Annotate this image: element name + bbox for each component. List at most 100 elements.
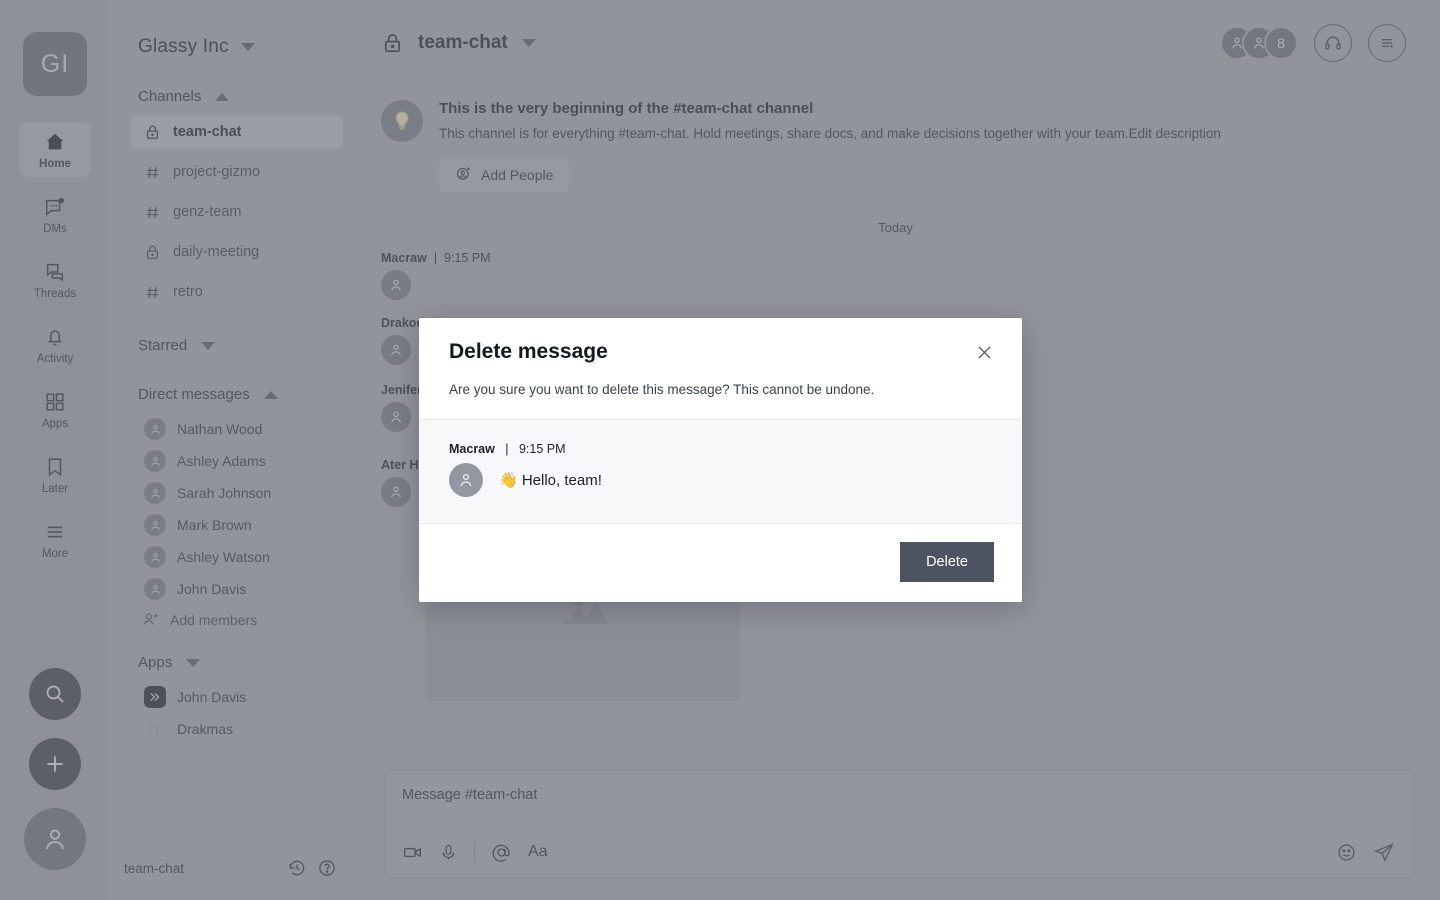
profile-avatar-button[interactable] (24, 808, 86, 870)
channel-item-team-chat[interactable]: team-chat (130, 115, 343, 149)
add-people-button[interactable]: Add People (439, 157, 570, 192)
workspace-logo[interactable]: GI (23, 32, 87, 96)
close-button[interactable] (972, 340, 996, 364)
microphone-icon[interactable] (439, 843, 458, 862)
rail-item-later[interactable]: Later (19, 447, 91, 502)
preview-author: Macraw (449, 442, 495, 456)
dm-item-sarah-johnson[interactable]: Sarah Johnson (110, 477, 355, 509)
modal-header: Delete message Are you sure you want to … (419, 318, 1022, 419)
dm-name: John Davis (177, 581, 247, 597)
message-time: 9:15 PM (444, 251, 491, 265)
rail-label-later: Later (41, 483, 69, 495)
app-name: John Davis (177, 689, 247, 705)
message-author: Macraw (381, 251, 427, 265)
channel-name: daily-meeting (173, 244, 260, 260)
member-count-badge: 8 (1264, 26, 1298, 60)
hash-icon (144, 204, 161, 221)
channel-menu-chevron-icon[interactable] (521, 39, 536, 47)
delete-button[interactable]: Delete (900, 542, 994, 582)
preview-separator: | (498, 442, 516, 456)
avatar (449, 463, 483, 497)
hash-icon (144, 284, 161, 301)
send-icon[interactable] (1373, 841, 1395, 863)
section-header-starred[interactable]: Starred (110, 337, 355, 354)
dm-item-ashley-adams[interactable]: Ashley Adams (110, 445, 355, 477)
rail-item-dms[interactable]: DMs (19, 187, 91, 242)
channel-item-project-gizmo[interactable]: project-gizmo (130, 155, 343, 189)
channel-item-genz-team[interactable]: genz-team (130, 195, 343, 229)
message-preview: Macraw | 9:15 PM 👋 Hello, team! (419, 419, 1022, 524)
chevron-down-icon (240, 43, 255, 51)
dm-item-ashley-watson[interactable]: Ashley Watson (110, 541, 355, 573)
text-format-icon[interactable]: Aa (528, 843, 548, 861)
message-input[interactable]: Message #team-chat (402, 787, 1395, 803)
rail-item-activity[interactable]: Activity (19, 317, 91, 372)
search-button[interactable] (29, 668, 81, 720)
rail-label-apps: Apps (41, 418, 69, 430)
member-facepile[interactable]: 8 (1220, 26, 1298, 60)
section-title-direct-messages: Direct messages (138, 386, 250, 403)
avatar (381, 335, 411, 365)
section-title-channels: Channels (138, 88, 202, 105)
preview-text: 👋 Hello, team! (499, 472, 602, 489)
user-avatar-icon (40, 824, 70, 854)
video-icon[interactable] (402, 842, 423, 863)
section-header-channels[interactable]: Channels (110, 88, 355, 105)
channel-name: retro (173, 284, 203, 300)
home-icon (44, 131, 66, 153)
bookmark-icon (44, 456, 66, 478)
composer-right-tools (1336, 841, 1395, 863)
app-item-john-davis[interactable]: John Davis (110, 681, 355, 713)
chevrons-app-icon (144, 686, 166, 708)
dm-item-mark-brown[interactable]: Mark Brown (110, 509, 355, 541)
sidebar-footer: team-chat (110, 858, 355, 878)
headphones-icon (1323, 33, 1343, 53)
channel-item-daily-meeting[interactable]: daily-meeting (130, 235, 343, 269)
help-question-icon[interactable] (317, 858, 337, 878)
more-hamburger-icon (44, 521, 66, 543)
emoji-icon[interactable] (1336, 842, 1357, 863)
rail-label-dms: DMs (43, 223, 67, 235)
message-item: Macraw | 9:15 PM (381, 251, 1410, 300)
rail-label-activity: Activity (36, 353, 74, 365)
history-clock-icon[interactable] (287, 858, 307, 878)
lock-icon (144, 124, 161, 141)
rail-item-home[interactable]: Home (19, 122, 91, 177)
avatar (144, 418, 166, 440)
mention-at-icon[interactable] (491, 842, 512, 863)
rail-label-threads: Threads (33, 288, 77, 300)
rail-item-threads[interactable]: Threads (19, 252, 91, 307)
channel-item-retro[interactable]: retro (130, 275, 343, 309)
channel-details-button[interactable] (1368, 24, 1406, 62)
rail-item-more[interactable]: More (19, 512, 91, 567)
rail-label-more: More (41, 548, 69, 560)
lock-icon (381, 32, 404, 55)
dm-name: Sarah Johnson (177, 485, 272, 501)
hash-icon (144, 164, 161, 181)
rail-item-apps[interactable]: Apps (19, 382, 91, 437)
footer-channel-name: team-chat (124, 860, 185, 876)
avatar (381, 270, 411, 300)
avatar (144, 546, 166, 568)
compose-button[interactable] (29, 738, 81, 790)
avatar (381, 402, 411, 432)
huddle-button[interactable] (1314, 24, 1352, 62)
dm-item-john-davis[interactable]: John Davis (110, 573, 355, 605)
message-composer[interactable]: Message #team-chat Aa (385, 770, 1414, 878)
avatar (381, 477, 411, 507)
modal-footer: Delete (419, 524, 1022, 602)
dm-item-nathan-wood[interactable]: Nathan Wood (110, 413, 355, 445)
chevron-down-icon (186, 658, 201, 667)
app-item-drakmas[interactable]: Drakmas (110, 713, 355, 745)
message-separator: | (430, 251, 441, 265)
avatar (144, 514, 166, 536)
app-name: Drakmas (177, 721, 234, 737)
add-members-button[interactable]: Add members (110, 611, 355, 628)
dms-icon (44, 196, 66, 218)
channel-topbar: team-chat 8 (355, 0, 1440, 86)
section-header-apps[interactable]: Apps (110, 654, 355, 671)
section-header-direct-messages[interactable]: Direct messages (110, 386, 355, 403)
workspace-switcher[interactable]: Glassy Inc (110, 36, 355, 58)
channel-intro-description: This channel is for everything #team-cha… (439, 126, 1221, 141)
bell-icon (44, 326, 66, 348)
